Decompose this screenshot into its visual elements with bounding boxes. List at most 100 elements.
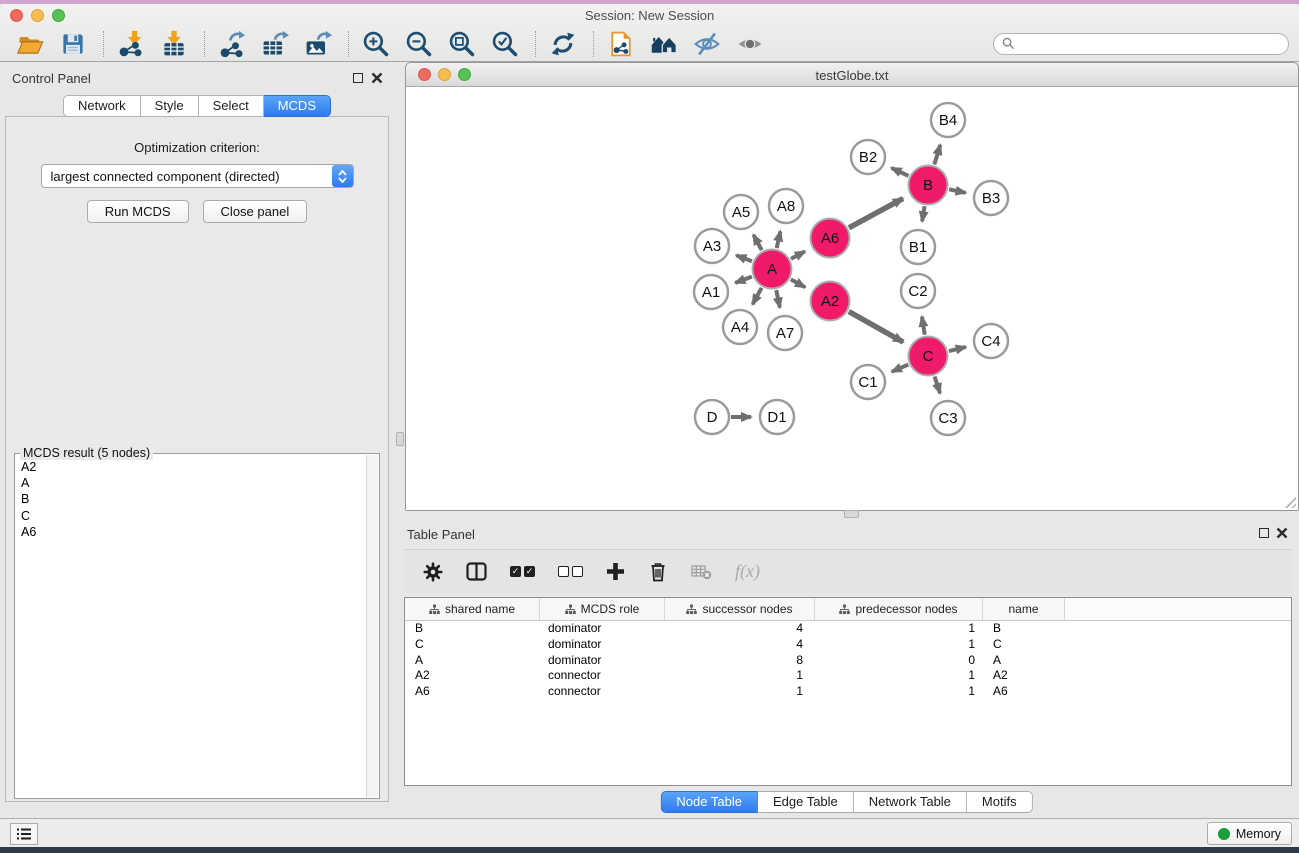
graph-node-D[interactable]: D [695,400,729,434]
graph-edge-A-A5[interactable] [753,235,761,250]
graph-node-A1[interactable]: A1 [694,275,728,309]
mcds-result-item[interactable]: A6 [21,524,366,540]
table-cell[interactable]: A2 [405,668,540,684]
close-panel-icon[interactable] [371,72,383,84]
table-cell[interactable]: A [405,653,540,669]
tab-mcds[interactable]: MCDS [264,95,331,117]
table-cell[interactable]: C [405,637,540,653]
tab-motifs[interactable]: Motifs [967,791,1033,813]
table-cell[interactable]: dominator [540,653,665,669]
table-cell[interactable]: connector [540,684,665,700]
table-cell[interactable]: connector [540,668,665,684]
hide-selected-button[interactable] [690,29,724,59]
graph-node-A8[interactable]: A8 [769,189,803,223]
table-row[interactable]: A2connector11A2 [405,668,1291,684]
delete-table-button[interactable] [691,563,712,580]
table-cell[interactable]: dominator [540,637,665,653]
network-graph[interactable]: A1A3A4A5A7A8B1B2B3B4C1C2C3C4DD1AA2A6BC [406,87,1298,510]
graph-node-A4[interactable]: A4 [723,310,757,344]
table-cell[interactable]: 4 [665,637,815,653]
table-cell[interactable]: 8 [665,653,815,669]
graph-node-A7[interactable]: A7 [768,316,802,350]
close-table-panel-icon[interactable] [1276,527,1288,539]
function-builder-button[interactable]: f(x) [735,561,760,582]
table-cell[interactable]: 1 [665,684,815,700]
zoom-in-button[interactable] [359,29,393,59]
graph-edge-B-B4[interactable] [934,145,940,165]
table-options-button[interactable] [423,562,443,582]
graph-edge-A-A8[interactable] [777,231,781,248]
column-header-successor-nodes[interactable]: successor nodes [665,598,815,620]
graph-node-A[interactable]: A [753,250,792,289]
graph-edge-C-C3[interactable] [935,376,940,393]
mcds-result-item[interactable]: B [21,491,366,507]
network-canvas[interactable]: A1A3A4A5A7A8B1B2B3B4C1C2C3C4DD1AA2A6BC [406,87,1298,510]
graph-node-B3[interactable]: B3 [974,181,1008,215]
export-image-button[interactable] [301,29,335,59]
save-session-button[interactable] [56,29,90,59]
graph-edge-A2-C[interactable] [849,312,903,343]
vertical-splitter-grip[interactable] [396,432,404,446]
table-cell[interactable]: 1 [815,684,983,700]
table-cell[interactable]: dominator [540,621,665,637]
table-cell[interactable]: 1 [815,621,983,637]
deselect-all-button[interactable] [558,566,583,577]
graph-edge-B-B2[interactable] [892,168,909,176]
graph-edge-A-A2[interactable] [791,279,805,287]
graph-node-B[interactable]: B [909,166,948,205]
graph-edge-A-A3[interactable] [736,255,752,261]
graph-edge-A6-B[interactable] [849,199,903,228]
criterion-select[interactable]: largest connected component (directed) [41,164,354,188]
column-header-predecessor-nodes[interactable]: predecessor nodes [815,598,983,620]
graph-edge-C-C1[interactable] [892,365,908,372]
graph-edge-C-C4[interactable] [949,347,966,351]
export-table-button[interactable] [258,29,292,59]
table-cell[interactable]: A6 [405,684,540,700]
table-cell[interactable]: 0 [815,653,983,669]
graph-node-A6[interactable]: A6 [811,219,850,258]
graph-node-C4[interactable]: C4 [974,324,1008,358]
apply-layout-button[interactable] [546,29,580,59]
table-cell[interactable]: 4 [665,621,815,637]
memory-button[interactable]: Memory [1207,822,1292,845]
table-cell[interactable]: A6 [983,684,1065,700]
horizontal-splitter-grip[interactable] [844,510,859,518]
table-cell[interactable]: 1 [815,637,983,653]
graph-node-C[interactable]: C [909,337,948,376]
column-header-shared-name[interactable]: shared name [405,598,540,620]
select-stepper-icon[interactable] [332,165,353,187]
import-table-button[interactable] [157,29,191,59]
import-network-button[interactable] [114,29,148,59]
table-row[interactable]: Bdominator41B [405,621,1291,637]
graph-node-A2[interactable]: A2 [811,282,850,321]
show-log-button[interactable] [10,823,38,845]
float-panel-icon[interactable] [353,73,363,83]
table-cell[interactable]: A2 [983,668,1065,684]
graph-edge-A-A4[interactable] [753,288,762,304]
graph-node-A5[interactable]: A5 [724,195,758,229]
tab-edge-table[interactable]: Edge Table [758,791,854,813]
graph-edge-C-C2[interactable] [922,317,925,335]
table-cell[interactable]: 1 [815,668,983,684]
show-columns-button[interactable] [466,562,487,581]
zoom-out-button[interactable] [402,29,436,59]
zoom-fit-button[interactable] [445,29,479,59]
clone-network-button[interactable] [604,29,638,59]
table-row[interactable]: Adominator80A [405,653,1291,669]
open-session-button[interactable] [13,29,47,59]
mcds-result-item[interactable]: C [21,508,366,524]
graph-edge-A-A7[interactable] [776,290,780,307]
export-network-button[interactable] [215,29,249,59]
mcds-result-scrollbar[interactable] [366,455,378,797]
table-row[interactable]: A6connector11A6 [405,684,1291,700]
graph-node-B1[interactable]: B1 [901,230,935,264]
table-cell[interactable]: B [405,621,540,637]
graph-node-D1[interactable]: D1 [760,400,794,434]
search-input[interactable] [1020,37,1280,51]
run-mcds-button[interactable]: Run MCDS [87,200,189,223]
create-column-button[interactable] [606,562,625,581]
graph-node-A3[interactable]: A3 [695,229,729,263]
tab-select[interactable]: Select [199,95,264,117]
graph-edge-B-B3[interactable] [949,189,965,192]
table-cell[interactable]: A [983,653,1065,669]
